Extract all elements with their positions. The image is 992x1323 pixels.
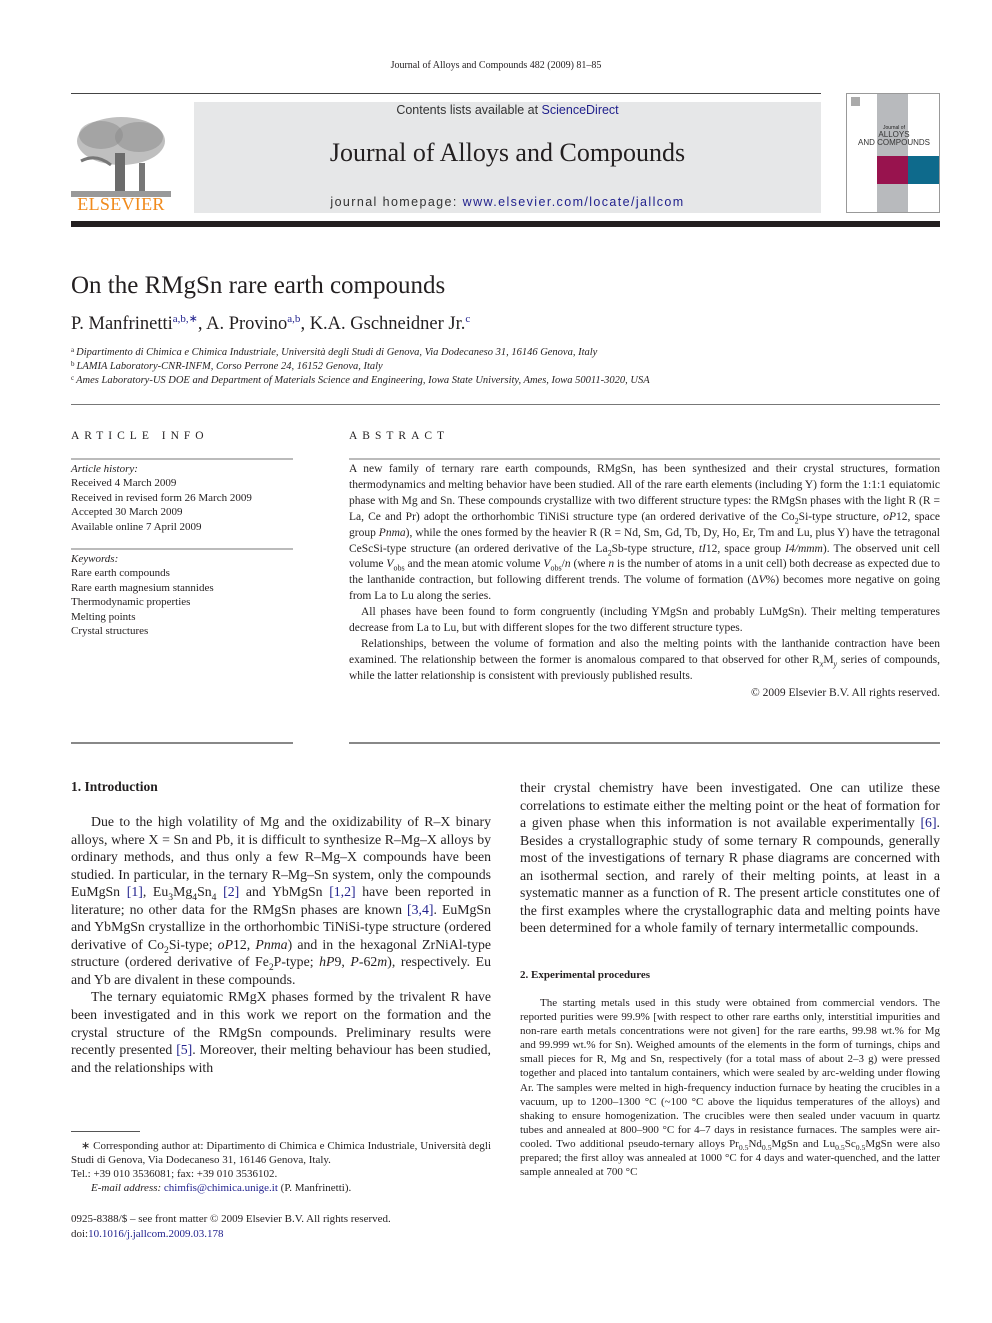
masthead-top-rule [71, 93, 821, 94]
author-affiliation-marks[interactable]: c [465, 313, 470, 325]
keyword-item: Thermodynamic properties [71, 596, 191, 609]
keyword-item: Melting points [71, 610, 136, 623]
affiliation-a: a Dipartimento di Chimica e Chimica Indus… [71, 346, 598, 359]
section-heading-experimental: 2. Experimental procedures [520, 969, 651, 981]
citation-link[interactable]: [2] [223, 884, 239, 899]
article-info-bottom-rule [71, 742, 293, 744]
footnote-rule [71, 1131, 140, 1132]
section-heading-introduction: 1. Introduction [71, 779, 158, 794]
journal-homepage: journal homepage: www.elsevier.com/locat… [194, 195, 821, 209]
keywords: Keywords: Rare earth compounds Rare eart… [71, 552, 293, 638]
footnote-address: ∗ Corresponding author at: Dipartimento … [71, 1139, 491, 1167]
cover-teal-block [908, 156, 939, 184]
abstract-paragraph: A new family of ternary rare earth compo… [349, 463, 940, 603]
keywords-label: Keywords: [71, 553, 119, 565]
affiliation-mark: a [71, 346, 75, 354]
footnote-mark: ∗ [81, 1140, 91, 1152]
author-separator: , [197, 314, 207, 334]
footnote-text: Corresponding author at: Dipartimento di… [71, 1140, 492, 1167]
author-separator: , [300, 314, 310, 334]
page-footer: 0925-8388/$ – see front matter © 2009 El… [71, 1212, 391, 1242]
author-name: P. Manfrinetti [71, 314, 173, 334]
citation-link[interactable]: [1,2] [329, 884, 355, 899]
article-history: Article history: Received 4 March 2009 R… [71, 462, 293, 534]
cover-magenta-block [877, 156, 908, 184]
affiliation-mark: c [71, 374, 75, 382]
article-info-rule [71, 458, 293, 460]
affiliation-b: b LAMIA Laboratory-CNR-INFM, Corso Perron… [71, 360, 383, 373]
body-paragraph: The ternary equiatomic RMgX phases forme… [71, 989, 491, 1075]
citation-link[interactable]: [3,4] [407, 902, 433, 917]
keyword-item: Rare earth magnesium stannides [71, 581, 214, 594]
body-paragraph: their crystal chemistry have been invest… [520, 780, 940, 936]
history-item: Received in revised form 26 March 2009 [71, 491, 252, 504]
elsevier-wordmark: ELSEVIER [77, 194, 165, 214]
corresponding-author-footnote: ∗ Corresponding author at: Dipartimento … [71, 1139, 491, 1195]
contents-prefix: Contents lists available at [396, 103, 542, 117]
journal-name: Journal of Alloys and Compounds [329, 138, 686, 167]
footnote-email: E-mail address: chimfis@chimica.unige.it… [71, 1181, 491, 1195]
author-list: P. Manfrinettia,b,∗, A. Provinoa,b, K.A.… [71, 314, 470, 335]
keyword-item: Crystal structures [71, 625, 149, 638]
abstract-body: A new family of ternary rare earth compo… [349, 462, 940, 702]
body-paragraph: Due to the high volatility of Mg and the… [71, 814, 492, 987]
citation-link[interactable]: [1] [127, 884, 143, 899]
issn-line: 0925-8388/$ – see front matter © 2009 El… [71, 1213, 391, 1225]
masthead-thick-rule [71, 221, 940, 227]
abstract-bottom-rule [349, 742, 940, 744]
doi-prefix: doi: [71, 1228, 89, 1240]
abstract-paragraph: Relationships, between the volume of for… [349, 637, 940, 682]
cover-title: ALLOYS AND COMPOUNDS [847, 131, 939, 147]
abstract-paragraph: All phases have been found to form congr… [349, 606, 940, 635]
article-title: On the RMgSn rare earth compounds [71, 272, 446, 299]
cover-title-line2: AND COMPOUNDS [857, 138, 930, 147]
contents-availability: Contents lists available at ScienceDirec… [194, 103, 821, 117]
history-item: Received 4 March 2009 [71, 477, 177, 490]
keywords-rule [71, 548, 293, 550]
affiliation-text: Ames Laboratory-US DOE and Department of… [76, 375, 650, 386]
footnote-phone: Tel.: +39 010 3536081; fax: +39 010 3536… [71, 1168, 278, 1181]
article-info-heading: ARTICLE INFO [71, 430, 209, 442]
homepage-prefix: journal homepage: [330, 195, 463, 209]
affiliation-text: Dipartimento di Chimica e Chimica Indust… [76, 347, 598, 358]
body-paragraph: The starting metals used in this study w… [520, 997, 940, 1179]
email-link[interactable]: chimfis@chimica.unige.it [164, 1182, 278, 1194]
author-affiliation-marks[interactable]: a,b,∗ [173, 313, 198, 325]
sciencedirect-link[interactable]: ScienceDirect [542, 103, 619, 117]
affiliation-text: LAMIA Laboratory-CNR-INFM, Corso Perrone… [76, 361, 383, 372]
history-label: Article history: [71, 463, 138, 475]
cover-publisher-logo-icon [851, 97, 860, 106]
title-block-rule [71, 404, 940, 405]
doi-link[interactable]: 10.1016/j.jallcom.2009.03.178 [88, 1228, 223, 1240]
citation-link[interactable]: [5] [176, 1042, 192, 1057]
history-item: Available online 7 April 2009 [71, 520, 202, 533]
running-header: Journal of Alloys and Compounds 482 (200… [390, 60, 602, 71]
experimental-text: The starting metals used in this study w… [520, 996, 940, 1179]
cover-grey-stripe [877, 94, 908, 212]
email-label: E-mail address: [91, 1182, 164, 1195]
homepage-link[interactable]: www.elsevier.com/locate/jallcom [463, 195, 685, 209]
history-item: Accepted 30 March 2009 [71, 506, 183, 519]
abstract-rule [349, 458, 940, 460]
abstract-heading: ABSTRACT [349, 430, 450, 442]
introduction-right-column: their crystal chemistry have been invest… [520, 779, 940, 937]
journal-cover-thumbnail: Journal of ALLOYS AND COMPOUNDS [846, 93, 940, 213]
author-name: A. Provino [206, 314, 288, 334]
doi-line: doi:10.1016/j.jallcom.2009.03.178 [71, 1227, 391, 1242]
affiliation-c: c Ames Laboratory-US DOE and Department o… [71, 374, 650, 387]
email-suffix: (P. Manfrinetti). [277, 1182, 352, 1195]
introduction-left-column: Due to the high volatility of Mg and the… [71, 813, 491, 1076]
author-affiliation-marks[interactable]: a,b [287, 313, 300, 325]
abstract-copyright: © 2009 Elsevier B.V. All rights reserved… [751, 686, 940, 699]
author-name: K.A. Gschneidner Jr. [309, 314, 466, 334]
citation-link[interactable]: [6] [920, 815, 936, 830]
keyword-item: Rare earth compounds [71, 567, 170, 580]
affiliation-mark: b [71, 360, 75, 368]
